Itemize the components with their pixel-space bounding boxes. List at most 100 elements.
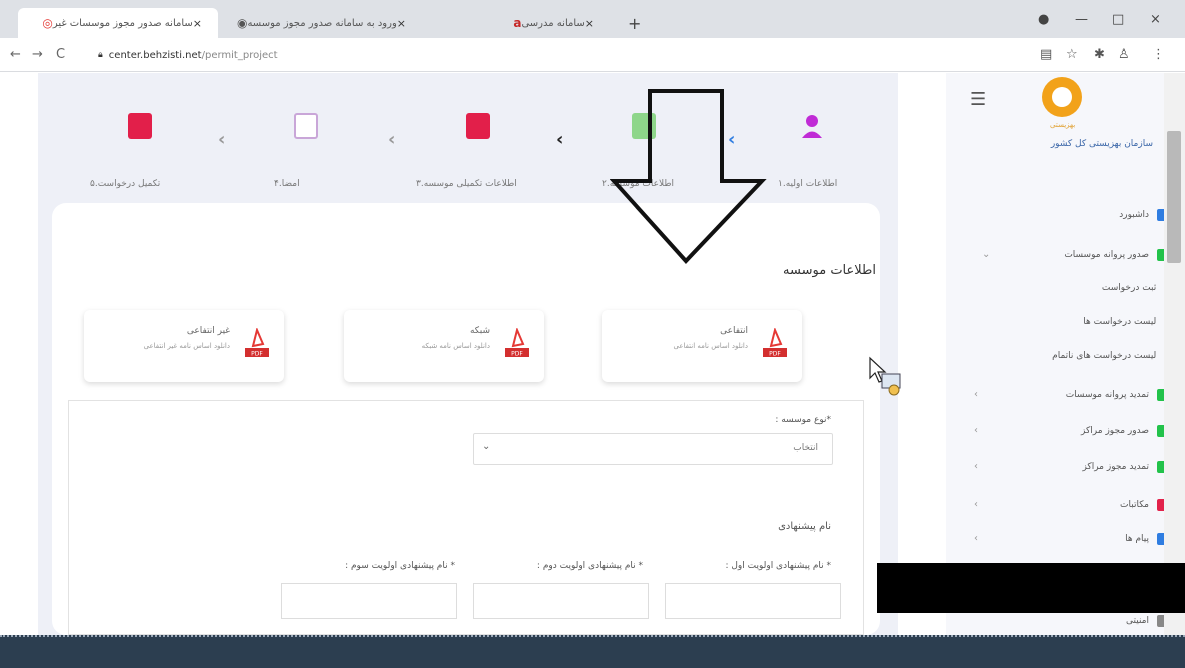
name-priority-3-label: * نام پیشنهادی اولویت سوم : [345, 561, 455, 571]
pdf-card-network[interactable]: PDF شبکه دانلود اساس نامه شبکه [344, 310, 544, 382]
sidebar-item-correspondence[interactable]: مکاتبات [1120, 499, 1169, 511]
chevron-down-icon[interactable]: ⌄ [982, 249, 990, 260]
close-window-button[interactable]: × [1150, 12, 1161, 27]
tab-title: سامانه صدور مجوز موسسات غیر [52, 17, 193, 29]
sidebar-item-label: صدور پروانه موسسات [1064, 250, 1149, 260]
down-arrow-icon [610, 89, 767, 264]
step-3-label[interactable]: ۳.اطلاعات تکمیلی موسسه [416, 179, 517, 189]
profile-icon[interactable]: ● [1038, 12, 1049, 27]
section-title: اطلاعات موسسه [783, 263, 876, 278]
account-icon[interactable]: ♙ [1118, 47, 1130, 62]
pdf-card-subtitle: دانلود اساس نامه انتفاعی [673, 342, 749, 350]
reload-icon[interactable]: C [56, 47, 65, 62]
close-tab-icon[interactable]: × [193, 17, 202, 30]
minimize-button[interactable]: — [1075, 12, 1088, 27]
institution-type-select[interactable]: انتخاب ⌄ [473, 433, 833, 465]
close-tab-icon[interactable]: × [397, 17, 406, 30]
step-4-label[interactable]: ۴.امضا [274, 179, 300, 189]
pdf-icon: PDF [505, 328, 529, 358]
pdf-card-subtitle: دانلود اساس نامه شبکه [421, 342, 490, 350]
close-tab-icon[interactable]: × [585, 17, 594, 30]
web-page: ‹ ‹ ‹ ‹ ۱.اطلاعات اولیه ۲.اطلاعات موسسه … [0, 73, 1185, 635]
sidebar: ☰ بهزیستی سازمان بهزیستی کل کشور داشبورد… [946, 73, 1185, 635]
site-favicon-icon: ◎ [42, 16, 53, 30]
sidebar-item-label: داشبورد [1119, 210, 1149, 220]
globe-icon: ◉ [236, 16, 248, 30]
sidebar-item-register-request[interactable]: • ثبت درخواست [1102, 283, 1169, 293]
pdf-icon: PDF [245, 328, 269, 358]
sidebar-item-label: پیام ها [1125, 534, 1149, 544]
logo-caption: بهزیستی [1050, 121, 1076, 129]
redaction-bar [877, 563, 1185, 613]
step-1-label[interactable]: ۱.اطلاعات اولیه [778, 179, 837, 189]
sidebar-item-renew-institution[interactable]: تمدید پروانه موسسات [1066, 389, 1169, 401]
sidebar-item-messages[interactable]: پیام ها [1125, 533, 1169, 545]
suggested-name-title: نام پیشنهادی [778, 521, 831, 532]
forward-icon[interactable]: → [32, 47, 43, 62]
step-3-doc-icon[interactable] [466, 113, 490, 139]
pdf-card-nonprofit[interactable]: PDF غیر انتفاعی دانلود اساس نامه غیر انت… [84, 310, 284, 382]
organization-logo [1042, 77, 1082, 117]
sidebar-item-dashboard[interactable]: داشبورد [1119, 209, 1169, 221]
name-priority-2-label: * نام پیشنهادی اولویت دوم : [536, 561, 643, 571]
sidebar-item-label: ثبت درخواست [1101, 283, 1157, 293]
name-priority-3-input[interactable] [281, 583, 457, 619]
step-5-finish-icon[interactable] [128, 113, 152, 139]
new-tab-button[interactable]: + [628, 14, 641, 33]
chevron-left-icon[interactable]: ‹ [974, 533, 978, 544]
os-taskbar [0, 635, 1185, 668]
chevron-down-icon: ⌄ [482, 441, 491, 452]
chevron-left-icon[interactable]: ‹ [974, 499, 978, 510]
page-scrollbar[interactable] [1164, 73, 1185, 635]
pdf-card-title: انتفاعی [720, 326, 748, 336]
chevron-left-icon: ‹ [388, 129, 396, 150]
institution-type-label: *نوع موسسه : [775, 415, 831, 425]
sidebar-item-renew-center[interactable]: تمدید مجوز مراکز [1082, 461, 1169, 473]
tab-title: سامانه مدرسی [521, 17, 585, 29]
chevron-left-icon: ‹ [556, 129, 564, 150]
institution-form: *نوع موسسه : انتخاب ⌄ نام پیشنهادی * نام… [68, 400, 864, 635]
scrollbar-thumb[interactable] [1167, 131, 1181, 263]
step-5-label[interactable]: ۵.تکمیل درخواست [90, 179, 160, 189]
school-favicon-icon: a [513, 16, 522, 30]
chevron-left-icon[interactable]: ‹ [974, 425, 978, 436]
star-icon[interactable]: ☆ [1066, 47, 1078, 62]
pdf-badge-text: PDF [251, 351, 263, 358]
sidebar-item-label: لیست درخواست ها [1083, 317, 1157, 327]
sidebar-item-center-permit[interactable]: صدور مجوز مراکز [1081, 425, 1169, 437]
url-domain: center.behzisti.net [108, 49, 202, 61]
step-1-user-icon[interactable] [800, 113, 824, 139]
name-priority-1-label: * نام پیشنهادی اولویت اول : [725, 561, 831, 571]
extensions-icon[interactable]: ✱ [1094, 47, 1105, 62]
sidebar-item-security[interactable]: امنیتی [1126, 615, 1169, 627]
pdf-icon: PDF [763, 328, 787, 358]
select-value: انتخاب [793, 443, 818, 453]
more-menu-icon[interactable]: ⋮ [1152, 47, 1165, 62]
organization-name: سازمان بهزیستی کل کشور [1050, 139, 1153, 149]
sidebar-item-label: صدور مجوز مراکز [1081, 426, 1149, 436]
tab-school[interactable]: × سامانه مدرسی a [430, 8, 610, 38]
tab-permit-system[interactable]: × سامانه صدور مجوز موسسات غیر ◎ [18, 8, 218, 38]
tab-title: ورود به سامانه صدور مجوز موسسه [247, 17, 397, 29]
url-bar[interactable]: 🔒︎ center.behzisti.net /permit_project [84, 45, 904, 65]
chevron-left-icon[interactable]: ‹ [974, 389, 978, 400]
step-4-sign-icon[interactable] [294, 113, 318, 139]
pdf-card-profit[interactable]: PDF انتفاعی دانلود اساس نامه انتفاعی [602, 310, 802, 382]
maximize-button[interactable]: □ [1112, 12, 1124, 27]
chevron-left-icon[interactable]: ‹ [974, 461, 978, 472]
sidebar-item-institution-permit[interactable]: صدور پروانه موسسات [1064, 249, 1169, 261]
sidebar-item-incomplete-requests[interactable]: • لیست درخواست های ناتمام [1052, 351, 1169, 361]
back-icon[interactable]: ← [10, 47, 21, 62]
sidebar-item-label: تمدید مجوز مراکز [1082, 462, 1149, 472]
sidebar-item-request-list[interactable]: • لیست درخواست ها [1083, 317, 1169, 327]
pdf-badge-text: PDF [511, 351, 523, 358]
pdf-card-title: غیر انتفاعی [186, 326, 230, 336]
name-priority-1-input[interactable] [665, 583, 841, 619]
browser-titlebar: × سامانه صدور مجوز موسسات غیر ◎ × ورود ب… [0, 0, 1185, 38]
name-priority-2-input[interactable] [473, 583, 649, 619]
tab-login[interactable]: × ورود به سامانه صدور مجوز موسسه ◉ [222, 8, 422, 38]
url-path: /permit_project [201, 49, 278, 61]
pdf-card-subtitle: دانلود اساس نامه غیر انتفاعی [143, 342, 230, 350]
hamburger-menu-icon[interactable]: ☰ [970, 89, 986, 110]
translate-icon[interactable]: ▤ [1040, 47, 1052, 62]
